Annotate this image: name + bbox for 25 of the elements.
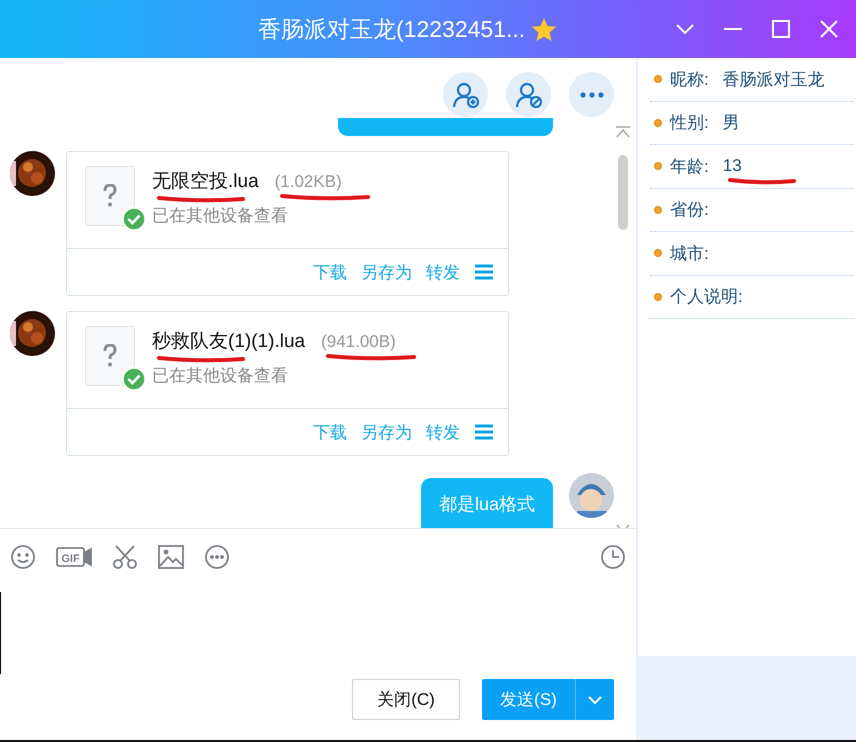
profile-label: 个人说明: (670, 286, 743, 308)
close-button[interactable]: 关闭(C) (352, 679, 460, 720)
file-size: (1.02KB) (274, 172, 342, 202)
message-bubble: 都是lua格式 (420, 478, 553, 528)
file-action-link[interactable]: 转发 (426, 260, 460, 284)
file-name: 秒救队友(1)(1).lua (152, 328, 306, 364)
file-action-link[interactable]: 转发 (426, 420, 460, 444)
file-size: (941.00B) (321, 332, 396, 362)
window-title: 香肠派对玉龙(12232451... (258, 15, 526, 44)
profile-label: 性别: (670, 112, 709, 134)
file-action-link[interactable]: 下载 (313, 420, 347, 444)
profile-label: 城市: (670, 242, 709, 265)
profile-label: 昵称: (670, 68, 709, 91)
file-action-link[interactable]: 另存为 (361, 260, 412, 284)
profile-label: 年龄: (670, 156, 709, 178)
profile-value: 男 (722, 112, 740, 134)
profile-value: 香肠派对玉龙 (722, 68, 825, 91)
file-action-link[interactable]: 下载 (313, 260, 347, 284)
file-action-link[interactable]: 另存为 (361, 420, 412, 444)
file-status: 已在其他设备查看 (152, 205, 289, 227)
profile-label: 省份: (670, 199, 709, 222)
send-button[interactable]: 发送(S) (482, 679, 576, 720)
profile-value: 13 (722, 146, 742, 186)
file-name: 无限空投.lua (152, 168, 259, 204)
file-status: 已在其他设备查看 (152, 365, 289, 387)
